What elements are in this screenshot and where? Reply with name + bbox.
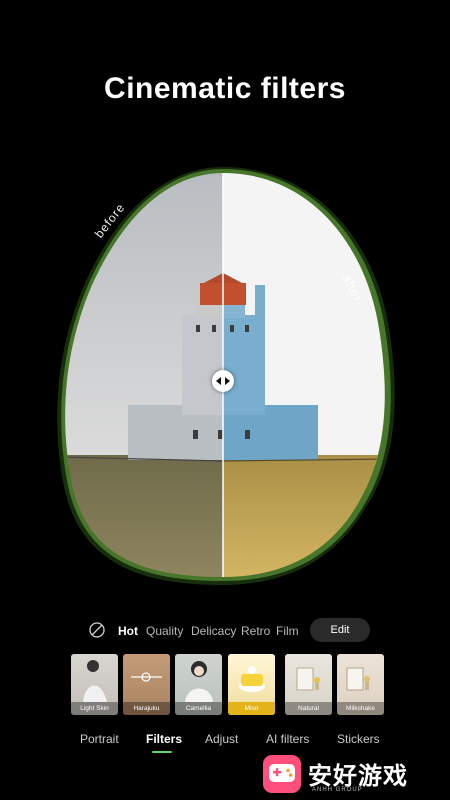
filter-label: Light Skin xyxy=(71,702,118,715)
page-title: Cinematic filters xyxy=(104,72,346,105)
tab-filters[interactable]: Filters xyxy=(146,732,182,746)
category-delicacy[interactable]: Delicacy xyxy=(191,624,236,638)
watermark: 安好游戏 ANHH GROUP xyxy=(262,754,444,796)
filter-label: Miso xyxy=(228,702,275,715)
filter-thumb-harajuku[interactable]: Harajuku xyxy=(123,654,170,715)
filter-thumb-camellia[interactable]: Camellia xyxy=(175,654,222,715)
filter-label: Camellia xyxy=(175,702,222,715)
watermark-text: 安好游戏 xyxy=(308,763,408,790)
active-tab-indicator xyxy=(152,751,172,753)
filter-label: Milkshake xyxy=(337,702,384,715)
tab-ai-filters[interactable]: AI filters xyxy=(266,732,309,746)
filter-label: Natural xyxy=(285,702,332,715)
category-hot[interactable]: Hot xyxy=(118,624,138,638)
tab-portrait[interactable]: Portrait xyxy=(80,732,119,746)
filter-thumb-natural[interactable]: Natural xyxy=(285,654,332,715)
tab-stickers[interactable]: Stickers xyxy=(337,732,380,746)
filter-thumb-light-skin[interactable]: Light Skin xyxy=(71,654,118,715)
compare-arrows-icon[interactable] xyxy=(212,370,234,392)
category-retro[interactable]: Retro xyxy=(241,624,270,638)
category-film[interactable]: Film xyxy=(276,624,299,638)
tab-adjust[interactable]: Adjust xyxy=(205,732,238,746)
filter-label: Harajuku xyxy=(123,702,170,715)
watermark-subtext: ANHH GROUP xyxy=(312,787,363,793)
category-quality[interactable]: Quality xyxy=(146,624,183,638)
edit-button[interactable]: Edit xyxy=(310,618,370,642)
filter-thumb-milkshake[interactable]: Milkshake xyxy=(337,654,384,715)
game-controller-icon xyxy=(262,754,302,794)
no-filter-icon[interactable] xyxy=(88,621,106,639)
filter-thumb-miso[interactable]: Miso xyxy=(228,654,275,715)
